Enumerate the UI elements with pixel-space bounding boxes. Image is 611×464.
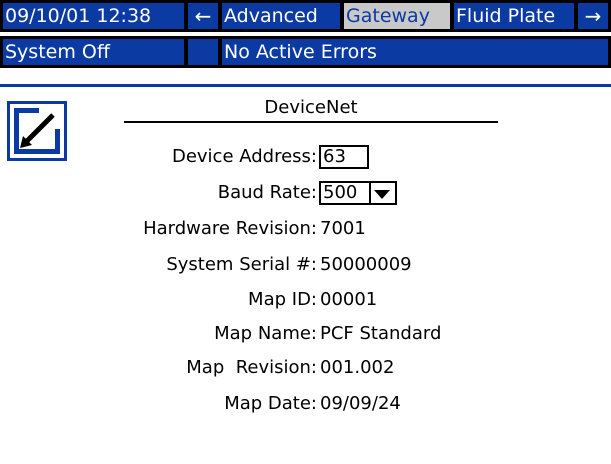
map-revision-value: 001.002 (320, 357, 395, 378)
map-name-label: Map Name: (214, 323, 317, 344)
map-date-value: 09/09/24 (320, 393, 401, 414)
screen-title: DeviceNet (264, 97, 358, 118)
tab-scroll-left-button[interactable]: ← (188, 3, 218, 29)
left-arrow-icon: ← (194, 4, 212, 28)
map-date-label: Map Date: (224, 393, 317, 414)
tab-advanced[interactable]: Advanced (222, 3, 340, 29)
system-serial-label: System Serial #: (166, 254, 317, 275)
header-divider (0, 84, 611, 87)
map-name-value: PCF Standard (320, 323, 442, 344)
right-arrow-icon: → (584, 4, 602, 28)
title-underline (124, 121, 498, 123)
edit-icon (14, 108, 60, 154)
system-state-display: System Off (3, 39, 184, 65)
hardware-revision-label: Hardware Revision: (143, 218, 317, 239)
baud-rate-label: Baud Rate: (217, 182, 317, 203)
baud-rate-dropdown-button[interactable] (369, 181, 397, 205)
status-bar: System Off No Active Errors (0, 36, 611, 68)
tab-scroll-right-button[interactable]: → (578, 3, 608, 29)
error-status-display: No Active Errors (222, 39, 608, 65)
map-revision-label: Map Revision: (186, 357, 317, 378)
tab-gateway[interactable]: Gateway (344, 3, 450, 29)
device-address-label: Device Address: (171, 146, 317, 167)
datetime-display: 09/10/01 12:38 (3, 3, 184, 29)
chevron-down-icon (374, 190, 390, 199)
status-indicator (188, 39, 218, 65)
system-serial-value: 50000009 (320, 254, 412, 275)
edit-button[interactable] (7, 101, 67, 161)
map-id-value: 00001 (320, 289, 378, 310)
map-id-label: Map ID: (248, 289, 317, 310)
header-bar: 09/10/01 12:38 ← Advanced Gateway Fluid … (0, 0, 611, 32)
tab-fluid-plate[interactable]: Fluid Plate (454, 3, 574, 29)
baud-rate-select[interactable]: 500 (319, 181, 371, 205)
device-address-input[interactable]: 63 (319, 145, 369, 169)
hardware-revision-value: 7001 (320, 218, 366, 239)
